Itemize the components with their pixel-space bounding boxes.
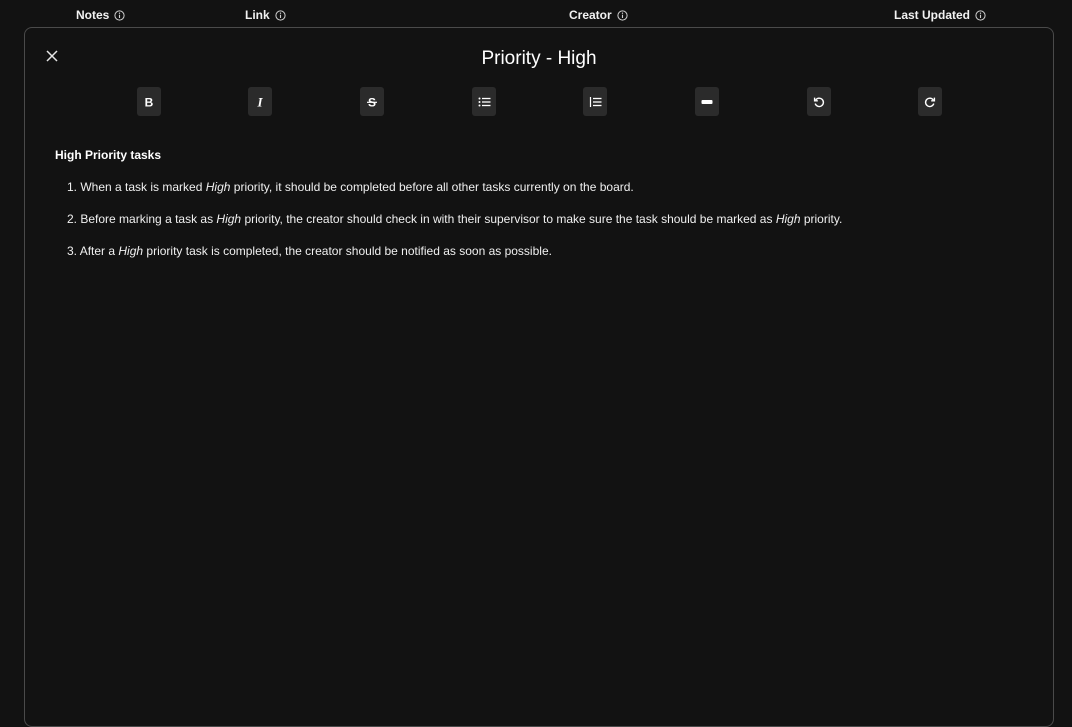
list-item: 3. After a High priority task is complet… [67,243,1015,259]
svg-text:B: B [145,96,154,108]
undo-button[interactable] [807,87,831,116]
horizontal-rule-icon [701,99,713,104]
list-item-text: priority, the creator should check in wi… [241,212,776,226]
column-header-label: Last Updated [894,8,971,22]
numbered-list-icon [589,96,601,107]
table-header: Notes Link Creator Last Updated [0,0,1072,30]
column-header-label: Creator [569,8,612,22]
list-item-text: priority, it should be completed before … [230,180,634,194]
undo-icon [813,96,825,107]
italic-button[interactable]: I [248,87,272,116]
column-header-label: Link [245,8,270,22]
column-header-last-updated[interactable]: Last Updated [894,8,986,22]
info-icon[interactable] [114,9,125,21]
column-header-label: Notes [76,8,110,22]
bullet-list-button[interactable] [472,87,496,116]
list-item-text-italic: High [205,180,231,194]
notes-modal: Priority - High B I S High Priority task… [24,27,1054,727]
list-item-text-italic: High [216,212,242,226]
info-icon[interactable] [975,9,986,21]
content-heading: High Priority tasks [55,148,162,162]
numbered-list-button[interactable] [583,87,607,116]
horizontal-rule-button[interactable] [695,87,719,116]
strikethrough-button[interactable]: S [360,87,384,116]
list-item-number: 3. [67,244,78,258]
list-item-text: priority. [800,212,843,226]
numbered-list: 1. When a task is marked High priority, … [55,179,1015,259]
list-item-number: 1. [67,180,78,194]
bold-icon: B [145,96,154,108]
redo-button[interactable] [918,87,942,116]
list-item-text: Before marking a task as [80,212,217,226]
list-item-text: After a [79,244,119,258]
column-header-link[interactable]: Link [245,8,286,22]
list-item-text: When a task is marked [80,180,206,194]
modal-title: Priority - High [481,48,597,69]
list-item-number: 2. [67,212,78,226]
bold-button[interactable]: B [137,87,161,116]
list-item-text-italic: High [118,244,144,258]
list-item: 1. When a task is marked High priority, … [67,179,1015,195]
column-header-notes[interactable]: Notes [76,8,125,22]
italic-icon: I [256,96,263,108]
strikethrough-icon: S [367,96,377,108]
list-item-text-italic: High [775,212,801,226]
info-icon[interactable] [275,9,286,21]
svg-text:I: I [256,96,263,108]
redo-icon [924,96,936,107]
column-header-creator[interactable]: Creator [569,8,628,22]
info-icon[interactable] [617,9,628,21]
bullet-list-icon [478,97,490,106]
editor-content[interactable]: High Priority tasks 1. When a task is ma… [55,148,1015,275]
list-item-text: priority task is completed, the creator … [143,244,552,258]
list-item: 2. Before marking a task as High priorit… [67,211,1015,227]
